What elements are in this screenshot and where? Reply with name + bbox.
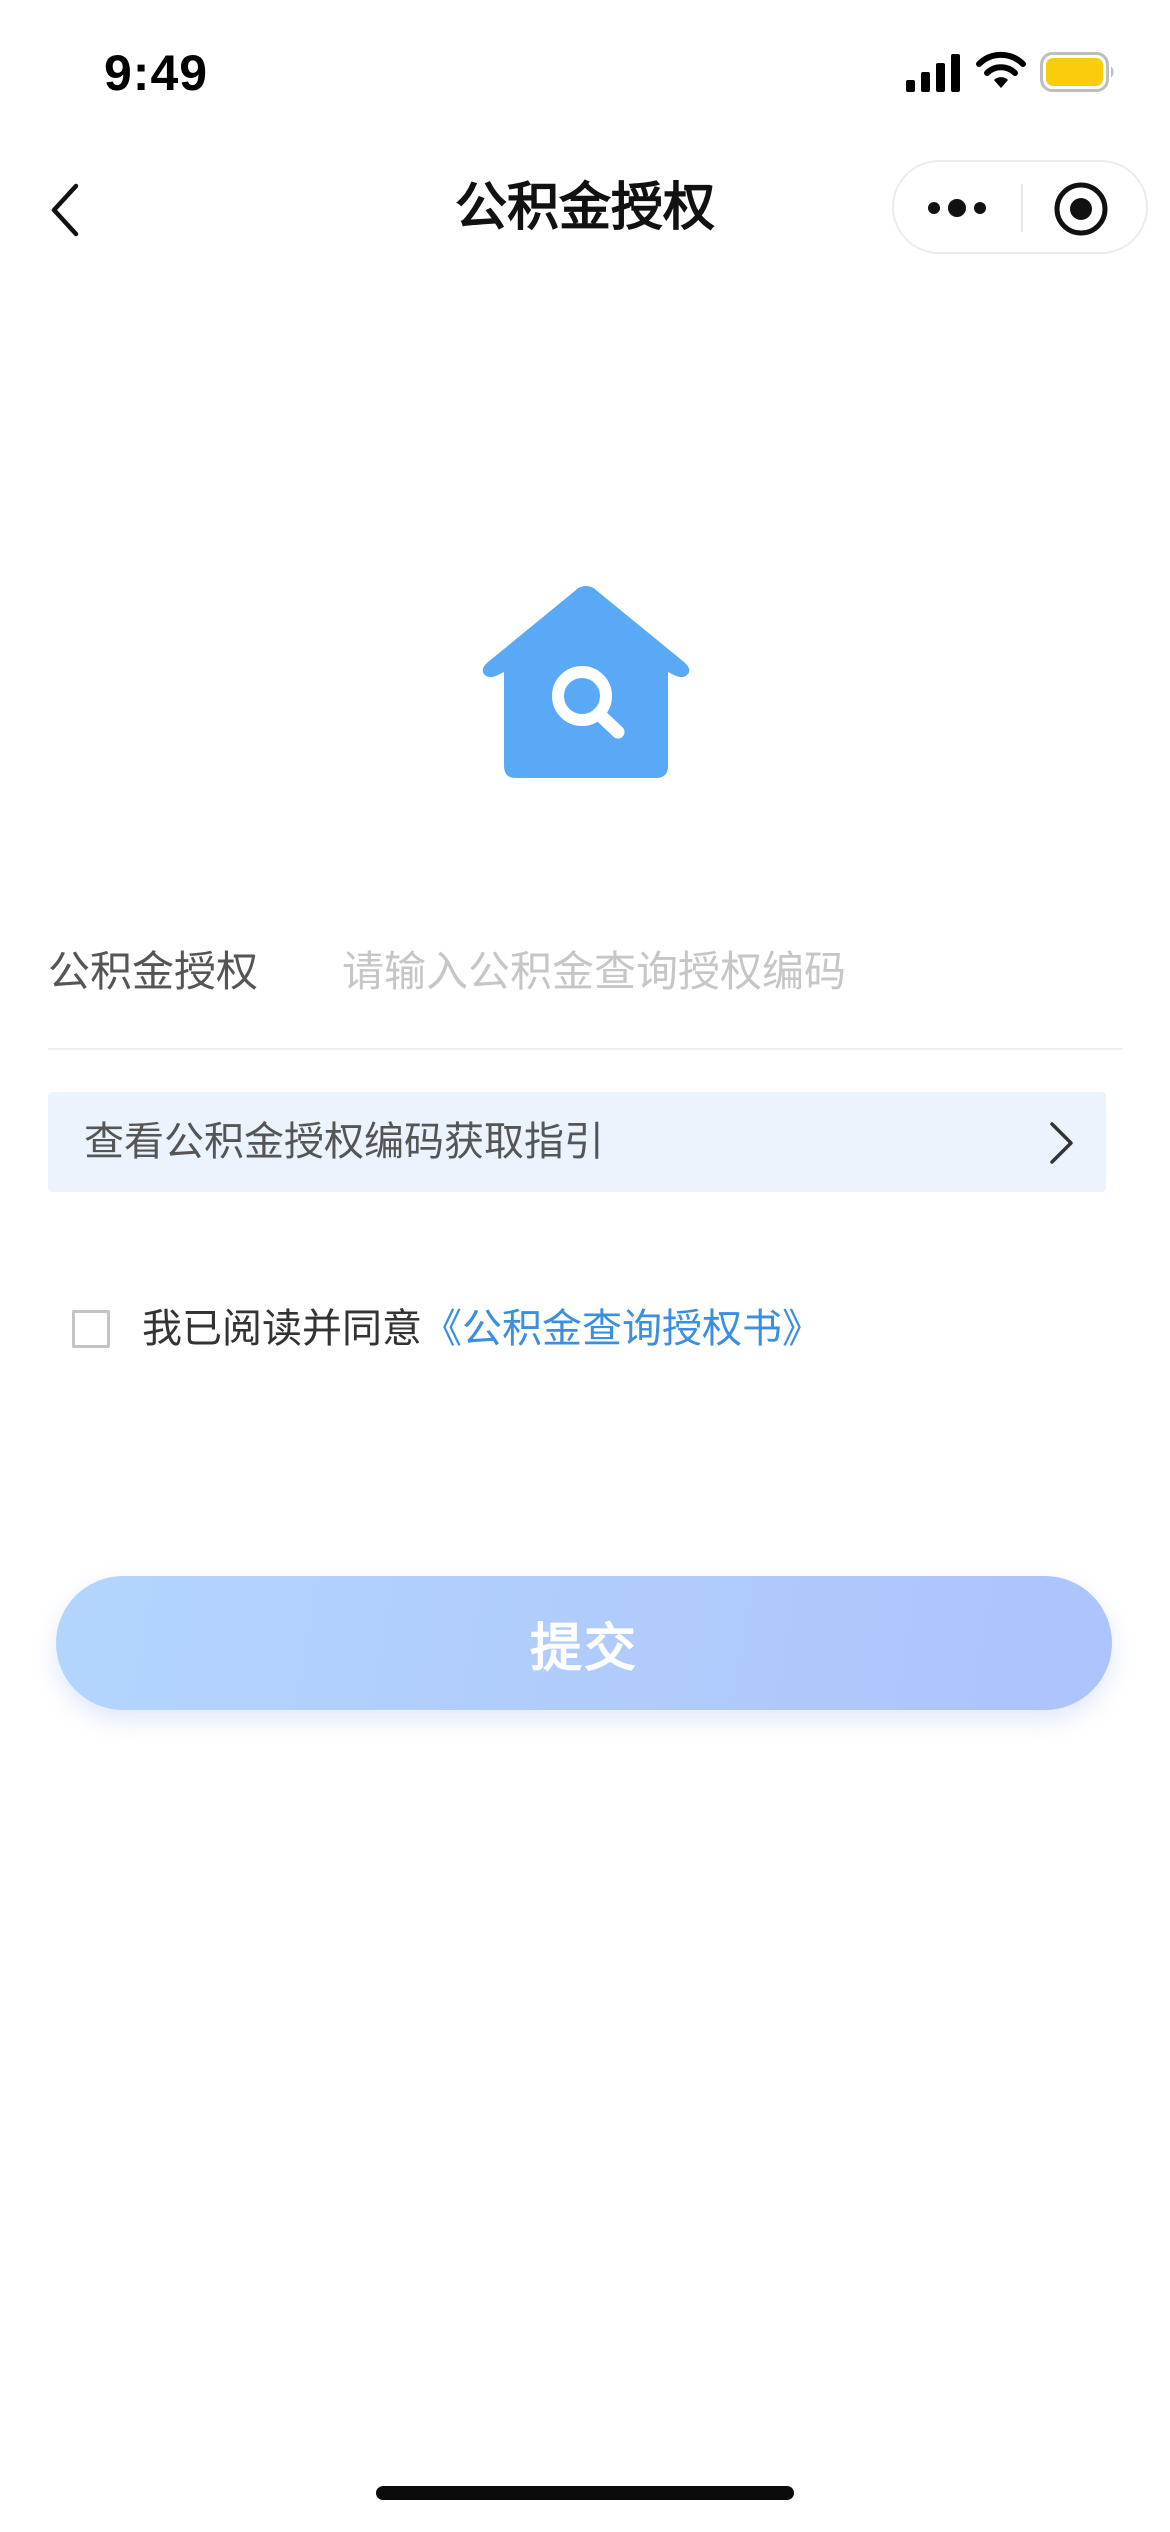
status-bar: 9:49 xyxy=(0,0,1170,140)
auth-code-label: 公积金授权 xyxy=(48,947,259,996)
agreement-row: 我已阅读并同意《公积金查询授权书》 xyxy=(72,1298,1072,1368)
wifi-icon xyxy=(976,51,1026,88)
mini-program-capsule xyxy=(892,160,1148,254)
chevron-right-icon xyxy=(1050,1122,1073,1164)
status-time: 9:49 xyxy=(104,45,209,101)
more-icon[interactable] xyxy=(924,188,990,228)
auth-code-guide-link[interactable]: 查看公积金授权编码获取指引 xyxy=(48,1092,1106,1192)
agreement-link[interactable]: 《公积金查询授权书》 xyxy=(422,1306,822,1352)
agreement-prefix: 我已阅读并同意 xyxy=(142,1306,422,1352)
battery-icon xyxy=(1040,52,1114,92)
capsule-divider xyxy=(1021,184,1023,232)
auth-code-row: 公积金授权 xyxy=(48,920,1122,1050)
close-mini-icon[interactable] xyxy=(1052,180,1110,238)
house-search-icon xyxy=(482,586,690,778)
auth-code-input[interactable] xyxy=(342,936,1102,1006)
home-indicator xyxy=(376,2486,794,2500)
submit-button[interactable]: 提交 xyxy=(56,1576,1112,1710)
signal-icon xyxy=(906,54,960,92)
agreement-checkbox[interactable] xyxy=(72,1310,110,1348)
agreement-text: 我已阅读并同意《公积金查询授权书》 xyxy=(142,1298,822,1360)
guide-text: 查看公积金授权编码获取指引 xyxy=(84,1119,604,1165)
nav-bar: 公积金授权 xyxy=(0,150,1170,270)
